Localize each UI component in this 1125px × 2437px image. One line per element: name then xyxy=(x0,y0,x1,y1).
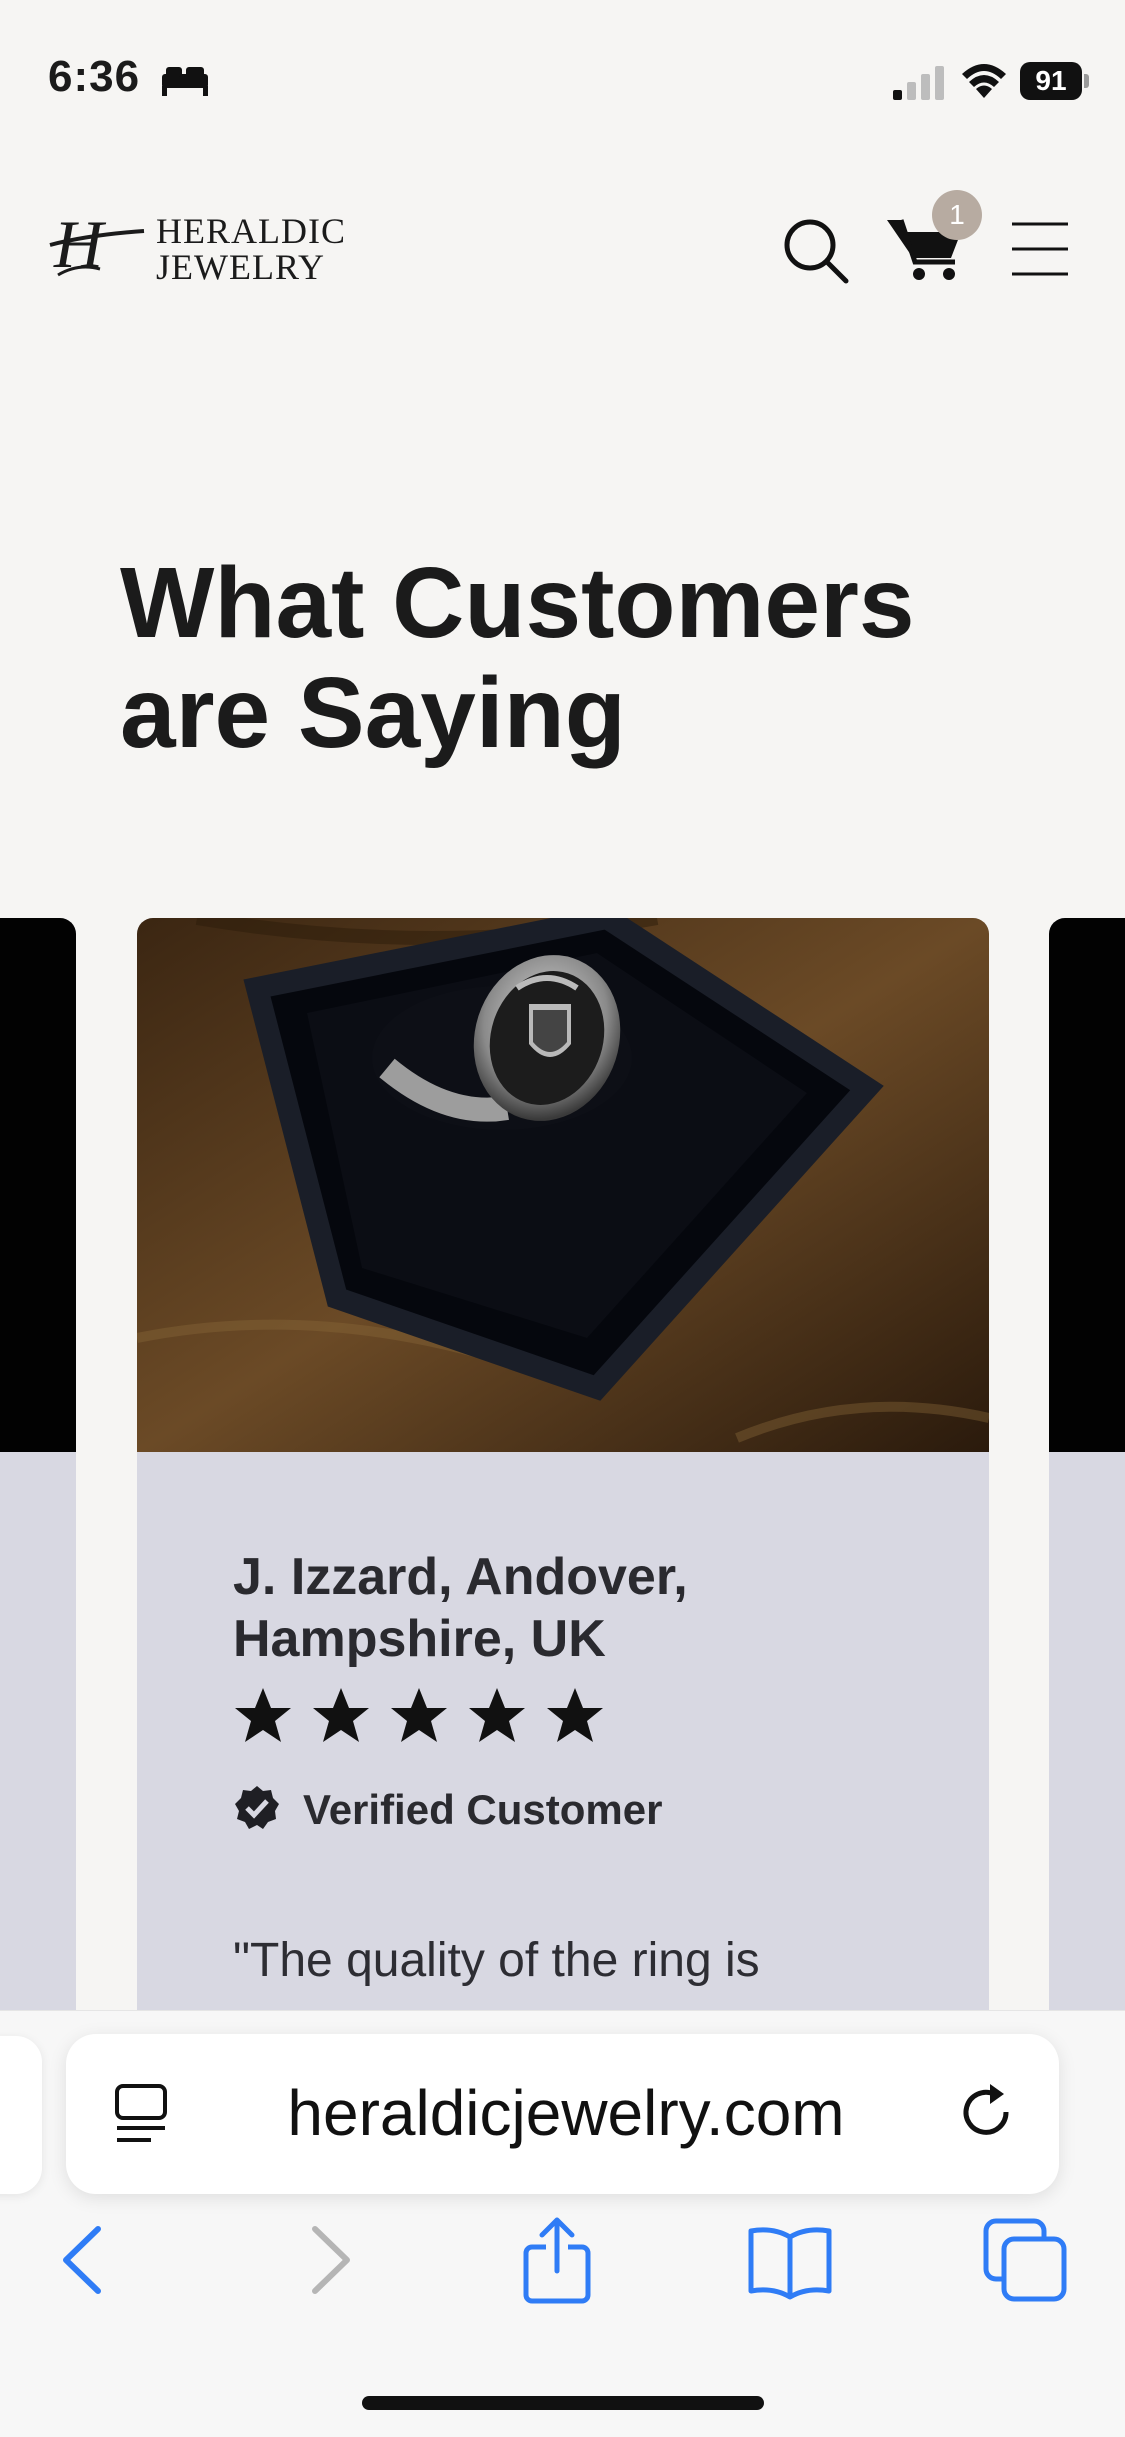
battery-indicator: 91 xyxy=(1020,62,1090,100)
star-icon xyxy=(469,1688,525,1742)
cellular-signal-icon xyxy=(893,66,944,100)
forward-icon[interactable] xyxy=(283,2215,373,2305)
logo-line-1: HERALDIC xyxy=(156,211,346,251)
battery-level: 91 xyxy=(1020,62,1082,100)
next-review-card[interactable] xyxy=(1049,918,1125,2018)
search-icon[interactable] xyxy=(780,215,852,287)
page-menu-icon[interactable] xyxy=(111,2082,171,2146)
reviewer-name: J. Izzard, Andover, Hampshire, UK xyxy=(233,1548,688,1668)
previous-tab-preview[interactable] xyxy=(0,2036,42,2194)
review-quote: "The quality of the ring is xyxy=(233,1934,760,1987)
bookmarks-icon[interactable] xyxy=(745,2215,835,2305)
status-bar: 6:36 91 xyxy=(0,0,1125,140)
review-card[interactable]: J. Izzard, Andover, Hampshire, UK Verifi… xyxy=(137,918,989,2018)
section-title: What Customers are Saying xyxy=(120,547,915,769)
logo-wordmark: HERALDIC JEWELRY xyxy=(156,213,346,285)
star-rating xyxy=(233,1686,633,1750)
review-photo xyxy=(137,918,989,1452)
previous-review-card[interactable] xyxy=(0,918,76,2018)
reload-icon[interactable] xyxy=(956,2082,1020,2146)
logo-monogram-icon: H xyxy=(49,206,145,282)
star-icon xyxy=(235,1688,291,1742)
logo-line-2: JEWELRY xyxy=(156,247,325,287)
back-icon[interactable] xyxy=(40,2215,130,2305)
verified-label: Verified Customer xyxy=(303,1786,663,1833)
verified-check-icon xyxy=(235,1786,279,1829)
home-indicator xyxy=(362,2396,764,2410)
cart-count-badge: 1 xyxy=(932,190,982,240)
verified-customer-badge: Verified Customer xyxy=(233,1780,833,1836)
star-icon xyxy=(547,1688,603,1742)
battery-tip xyxy=(1084,74,1089,88)
hamburger-menu-icon[interactable] xyxy=(1010,220,1070,278)
brand-logo[interactable]: H HERALDIC JEWELRY xyxy=(48,205,358,285)
address-bar[interactable]: heraldicjewelry.com xyxy=(66,2034,1059,2194)
star-icon xyxy=(391,1688,447,1742)
next-review-image xyxy=(1049,918,1125,1452)
share-icon[interactable] xyxy=(512,2215,602,2305)
url-text[interactable]: heraldicjewelry.com xyxy=(216,2078,916,2148)
previous-review-image xyxy=(0,918,76,1452)
sleep-focus-icon xyxy=(162,67,208,96)
wifi-icon xyxy=(962,64,1006,98)
tabs-overview-icon[interactable] xyxy=(980,2215,1070,2305)
status-time: 6:36 xyxy=(48,52,141,101)
star-icon xyxy=(313,1688,369,1742)
